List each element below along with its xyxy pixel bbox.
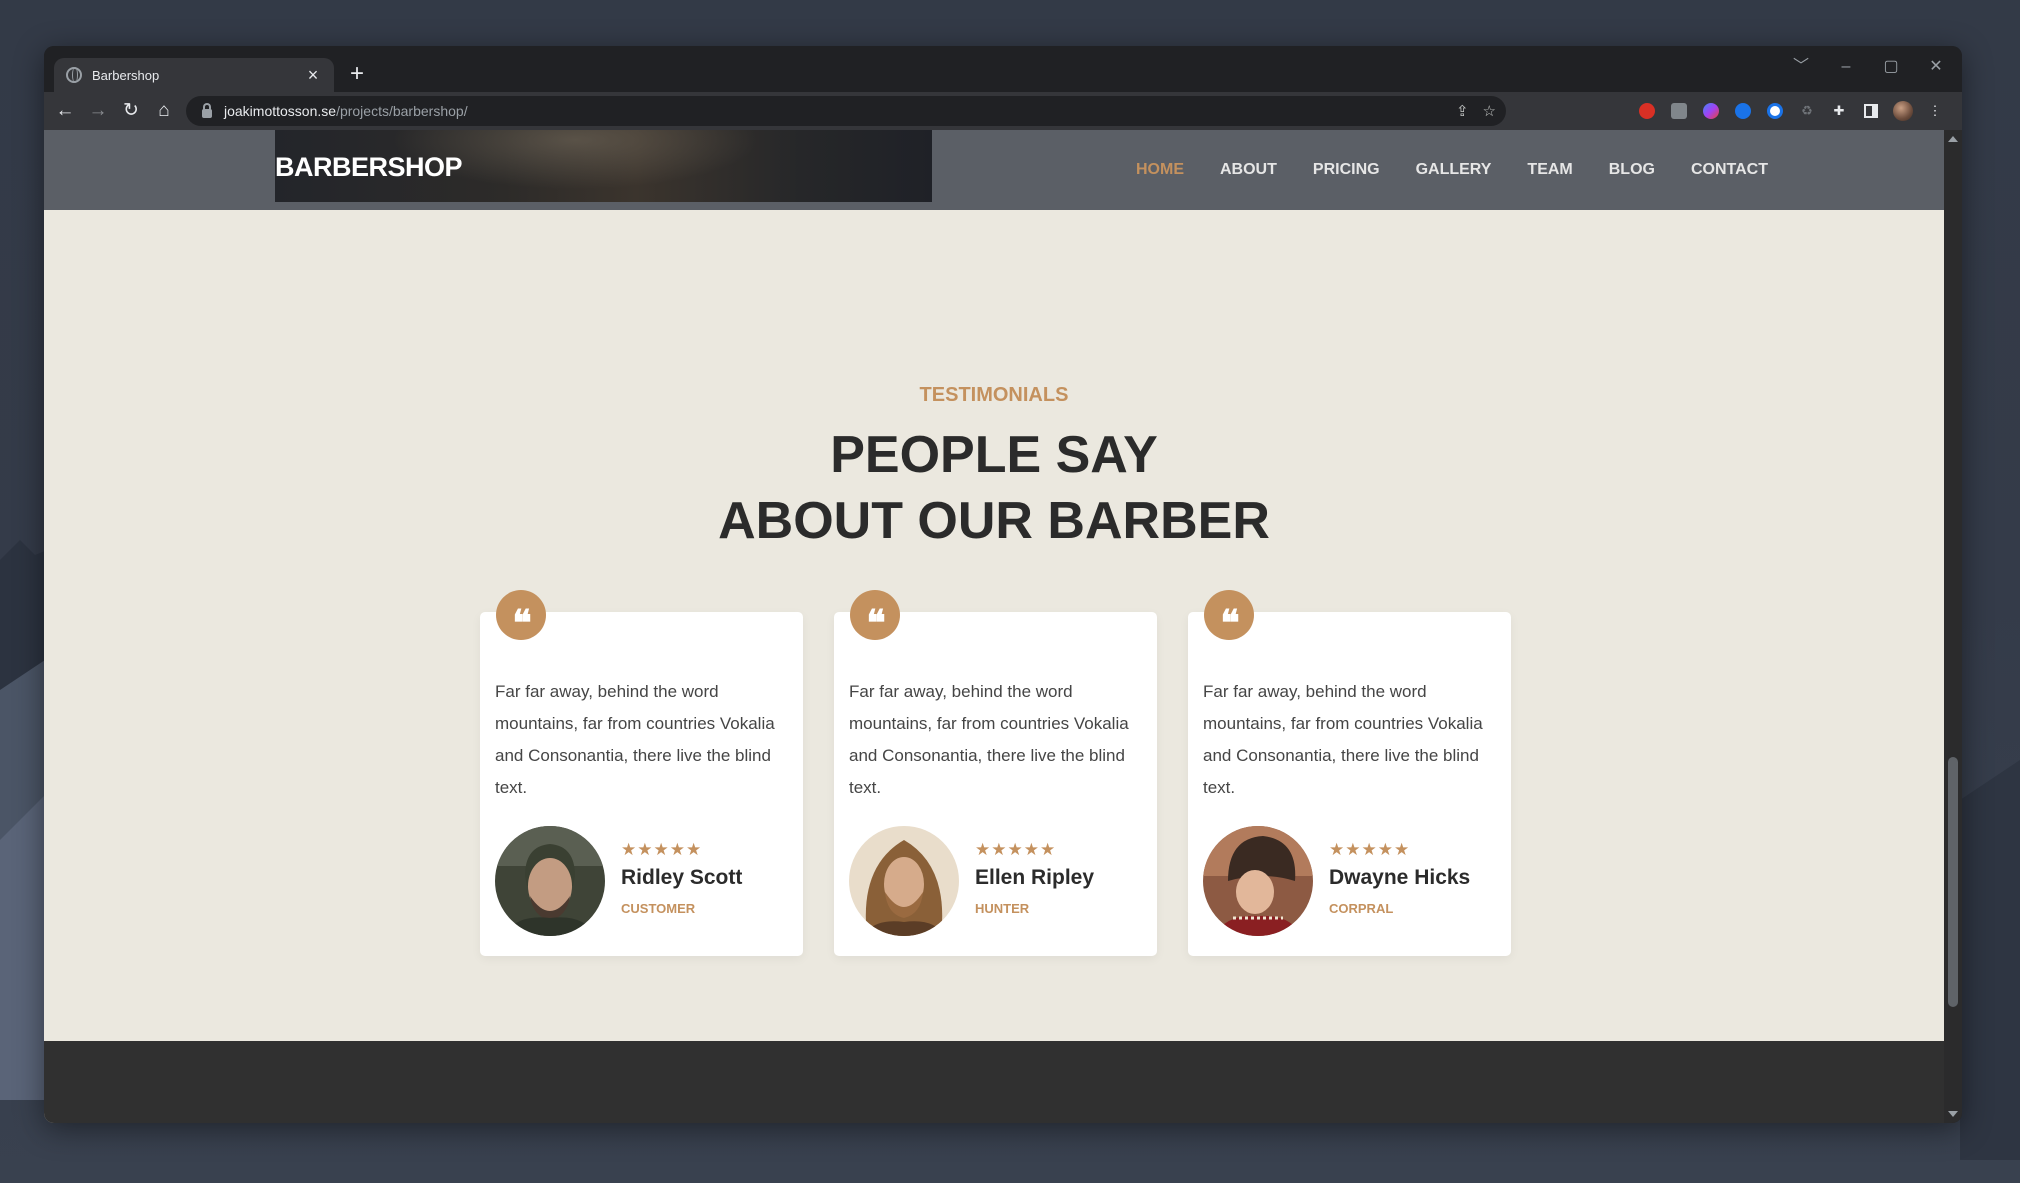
address-bar[interactable]: joakimottosson.se /projects/barbershop/ … bbox=[186, 96, 1506, 126]
avatar bbox=[1203, 826, 1313, 936]
quote-icon: ❝ bbox=[1204, 590, 1254, 641]
section-heading: PEOPLE SAY ABOUT OUR BARBER bbox=[44, 422, 1944, 554]
blue-ext-icon[interactable] bbox=[1700, 100, 1722, 122]
menu-item-home[interactable]: HOME bbox=[1136, 161, 1184, 179]
red-ext-icon[interactable] bbox=[1636, 100, 1658, 122]
star-icon[interactable]: ☆ bbox=[1483, 102, 1496, 120]
menu-item-gallery[interactable]: GALLERY bbox=[1416, 161, 1492, 179]
url-path: /projects/barbershop/ bbox=[336, 103, 468, 119]
browser-window: Barbershop × + ﹀ – ▢ ✕ ← → ↻ ⌂ joakimott… bbox=[44, 46, 1962, 1123]
kebab-menu-icon[interactable]: ⋮ bbox=[1924, 100, 1946, 122]
maximize-button[interactable]: ▢ bbox=[1876, 52, 1906, 82]
customer-name: Ellen Ripley bbox=[975, 866, 1095, 889]
recycle-ext-icon[interactable]: ♻ bbox=[1796, 100, 1818, 122]
puzzle-icon[interactable]: ✚ bbox=[1828, 100, 1850, 122]
globe-icon bbox=[66, 67, 82, 83]
forward-icon[interactable]: → bbox=[83, 96, 113, 126]
customer-role: HUNTER bbox=[975, 901, 1030, 916]
quote-icon: ❝ bbox=[850, 590, 900, 641]
gear-ext-icon[interactable] bbox=[1732, 100, 1754, 122]
tab-search-icon[interactable]: ﹀ bbox=[1786, 52, 1816, 82]
heading-line-2: ABOUT OUR BARBER bbox=[718, 492, 1270, 550]
new-tab-button[interactable]: + bbox=[344, 62, 370, 86]
site-footer bbox=[44, 1041, 1944, 1123]
close-window-button[interactable]: ✕ bbox=[1921, 52, 1951, 82]
tab-barbershop[interactable]: Barbershop × bbox=[54, 58, 334, 92]
scroll-up-arrow-icon[interactable] bbox=[1948, 136, 1958, 142]
tab-title: Barbershop bbox=[92, 67, 160, 83]
rating-stars: ★★★★★ bbox=[621, 840, 703, 859]
testimonial-text: Far far away, behind the word mountains,… bbox=[849, 682, 1129, 797]
testimonial-card: ❝ Far far away, behind the word mountain… bbox=[1188, 590, 1511, 956]
browser-toolbar: ← → ↻ ⌂ joakimottosson.se /projects/barb… bbox=[44, 92, 1962, 130]
menu-item-team[interactable]: TEAM bbox=[1527, 161, 1572, 179]
quote-icon: ❝ bbox=[496, 590, 546, 641]
menu-item-blog[interactable]: BLOG bbox=[1609, 161, 1655, 179]
url-host: joakimottosson.se bbox=[224, 103, 337, 119]
section-eyebrow: TESTIMONIALS bbox=[919, 384, 1069, 406]
reload-icon[interactable]: ↻ bbox=[116, 96, 146, 126]
tab-close-icon[interactable]: × bbox=[304, 66, 322, 84]
customer-name: Dwayne Hicks bbox=[1329, 866, 1471, 889]
page-scrollbar[interactable] bbox=[1944, 130, 1962, 1123]
customer-role: CUSTOMER bbox=[621, 901, 696, 916]
scroll-down-arrow-icon[interactable] bbox=[1948, 1111, 1958, 1117]
share-icon[interactable]: ⇪ bbox=[1456, 102, 1469, 120]
rating-stars: ★★★★★ bbox=[1329, 840, 1411, 859]
testimonial-card: ❝ Far far away, behind the word mountain… bbox=[480, 590, 803, 956]
home-icon[interactable]: ⌂ bbox=[149, 96, 179, 126]
avatar bbox=[849, 826, 959, 936]
menu-item-contact[interactable]: CONTACT bbox=[1691, 161, 1768, 179]
password-ext-icon[interactable] bbox=[1764, 100, 1786, 122]
avatar bbox=[495, 826, 605, 936]
minimize-button[interactable]: – bbox=[1831, 52, 1861, 82]
testimonial-text: Far far away, behind the word mountains,… bbox=[1203, 682, 1483, 797]
main-menu: HOME ABOUT PRICING GALLERY TEAM BLOG CON… bbox=[1136, 130, 1804, 210]
page-viewport: BARBERSHOP HOME ABOUT PRICING GALLERY TE… bbox=[44, 130, 1944, 1123]
tab-strip: Barbershop × + ﹀ – ▢ ✕ bbox=[44, 46, 1962, 92]
testimonial-text: Far far away, behind the word mountains,… bbox=[495, 682, 775, 797]
customer-name: Ridley Scott bbox=[621, 866, 743, 889]
site-navbar: BARBERSHOP HOME ABOUT PRICING GALLERY TE… bbox=[44, 130, 1944, 210]
testimonial-card: ❝ Far far away, behind the word mountain… bbox=[834, 590, 1157, 956]
rating-stars: ★★★★★ bbox=[975, 840, 1057, 859]
extensions-area: ♻ ✚ ⋮ bbox=[1636, 100, 1946, 122]
profile-avatar[interactable] bbox=[1892, 100, 1914, 122]
menu-item-about[interactable]: ABOUT bbox=[1220, 161, 1277, 179]
gray-ext-icon[interactable] bbox=[1668, 100, 1690, 122]
menu-item-pricing[interactable]: PRICING bbox=[1313, 161, 1380, 179]
back-icon[interactable]: ← bbox=[50, 96, 80, 126]
customer-role: CORPRAL bbox=[1329, 901, 1394, 916]
desktop-mountain-right bbox=[1960, 760, 2020, 1160]
brand-logo[interactable]: BARBERSHOP bbox=[275, 152, 463, 183]
heading-line-1: PEOPLE SAY bbox=[830, 426, 1158, 484]
lock-icon bbox=[202, 102, 212, 118]
scrollbar-thumb[interactable] bbox=[1948, 757, 1958, 1007]
sidepanel-icon[interactable] bbox=[1860, 100, 1882, 122]
